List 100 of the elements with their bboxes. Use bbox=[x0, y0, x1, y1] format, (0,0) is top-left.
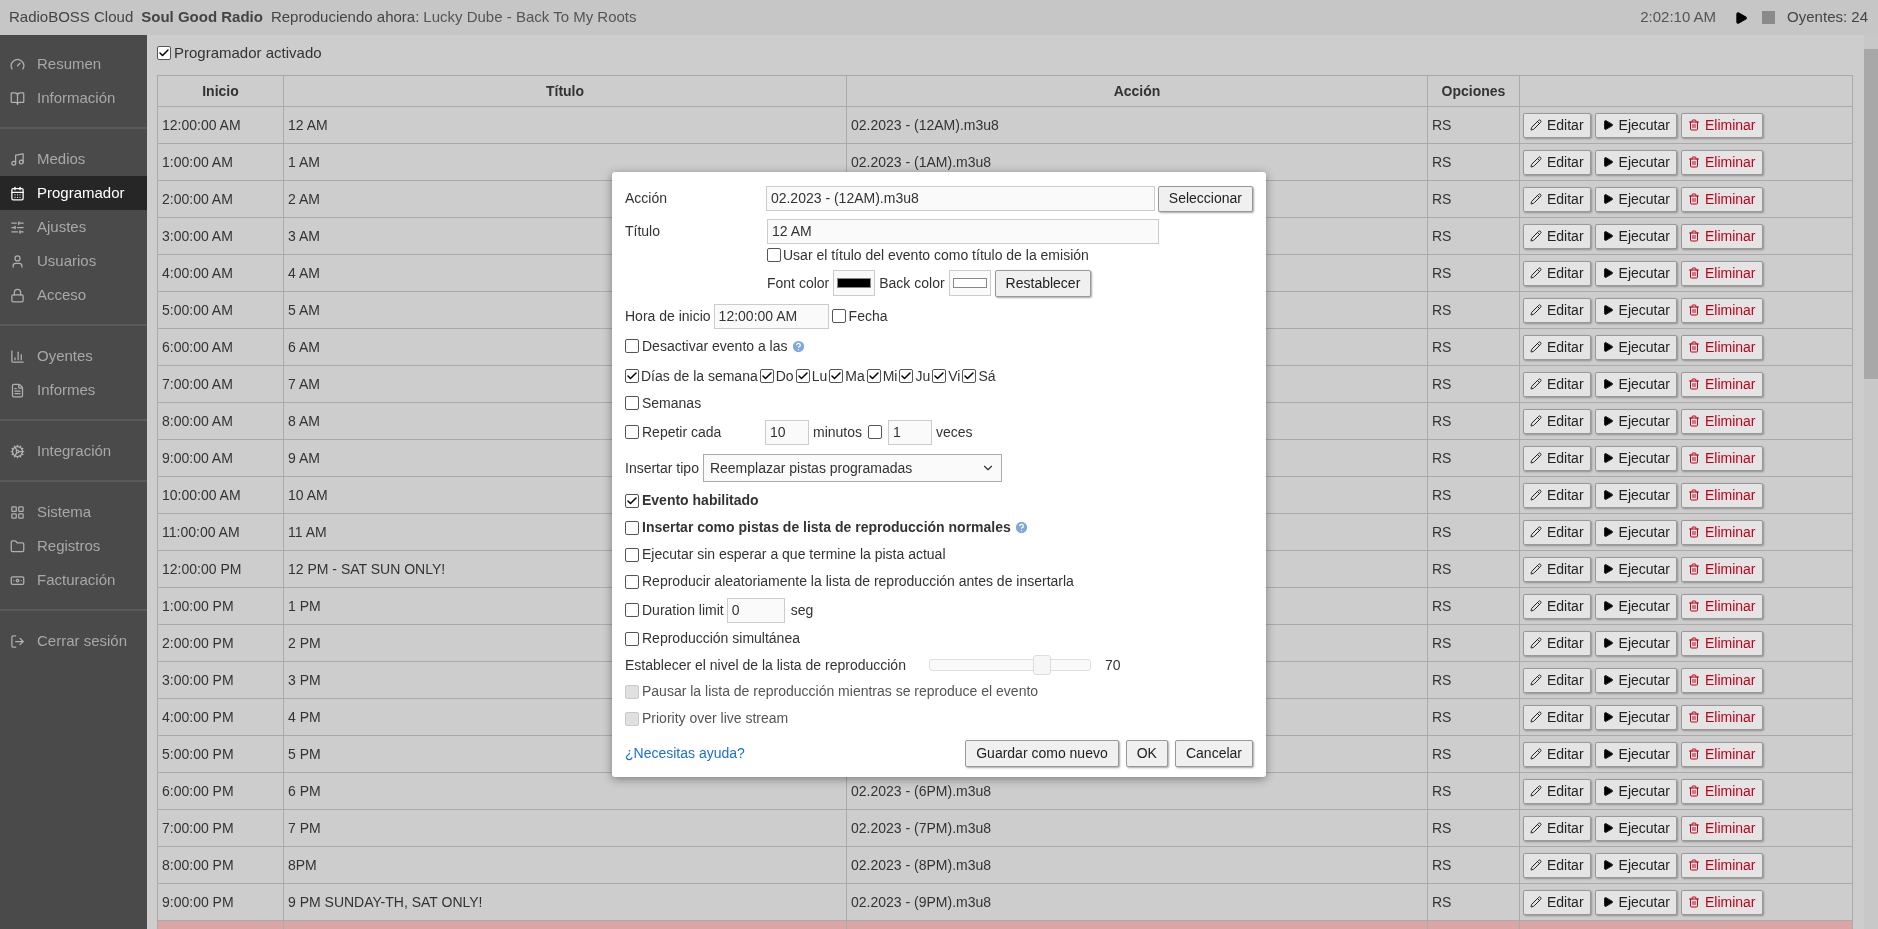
row-action-button[interactable]: Ejecutar bbox=[1594, 889, 1677, 915]
checkbox[interactable] bbox=[899, 369, 914, 383]
row-action-button[interactable]: Editar bbox=[1523, 149, 1591, 175]
sidebar-item[interactable]: Medios bbox=[0, 142, 147, 176]
row-action-button[interactable]: Editar bbox=[1523, 482, 1591, 508]
row-action-button[interactable]: Ejecutar bbox=[1594, 260, 1677, 286]
sidebar-item[interactable]: Sistema bbox=[0, 495, 147, 529]
checkbox[interactable] bbox=[625, 425, 639, 439]
help-link[interactable]: ¿Necesitas ayuda? bbox=[625, 743, 745, 764]
row-action-button[interactable]: Eliminar bbox=[1680, 667, 1763, 693]
row-action-button[interactable]: Editar bbox=[1523, 630, 1591, 656]
checkbox[interactable] bbox=[625, 547, 639, 562]
checkbox[interactable] bbox=[625, 369, 639, 383]
sidebar-item[interactable]: Facturación bbox=[0, 563, 147, 597]
row-action-button[interactable]: Ejecutar bbox=[1594, 297, 1677, 323]
sidebar-item[interactable]: Ajustes bbox=[0, 210, 147, 244]
row-action-button[interactable]: Editar bbox=[1523, 223, 1591, 249]
checkbox[interactable] bbox=[625, 396, 639, 410]
row-action-button[interactable]: Editar bbox=[1523, 519, 1591, 545]
row-action-button[interactable]: Ejecutar bbox=[1594, 593, 1677, 619]
row-action-button[interactable]: Editar bbox=[1523, 778, 1591, 804]
row-action-button[interactable]: Eliminar bbox=[1680, 408, 1763, 434]
row-action-button[interactable]: Ejecutar bbox=[1594, 149, 1677, 175]
sidebar-item[interactable]: Usuarios bbox=[0, 244, 147, 278]
row-action-button[interactable]: Editar bbox=[1523, 186, 1591, 212]
level-slider[interactable] bbox=[929, 655, 1091, 675]
row-action-button[interactable]: Eliminar bbox=[1680, 223, 1763, 249]
row-action-button[interactable]: Editar bbox=[1523, 334, 1591, 360]
row-action-button[interactable]: Eliminar bbox=[1680, 852, 1763, 878]
sidebar-item[interactable]: Integración bbox=[0, 434, 147, 468]
row-action-button[interactable]: Eliminar bbox=[1680, 186, 1763, 212]
row-action-button[interactable]: Eliminar bbox=[1680, 297, 1763, 323]
times-field[interactable]: 1 bbox=[888, 419, 933, 445]
minutes-field[interactable]: 10 bbox=[765, 419, 809, 445]
row-action-button[interactable]: Editar bbox=[1523, 556, 1591, 582]
row-action-button[interactable]: Ejecutar bbox=[1594, 815, 1677, 841]
row-action-button[interactable]: Eliminar bbox=[1680, 482, 1763, 508]
row-action-button[interactable]: Eliminar bbox=[1680, 630, 1763, 656]
row-action-button[interactable]: Ejecutar bbox=[1594, 556, 1677, 582]
row-action-button[interactable]: Ejecutar bbox=[1594, 741, 1677, 767]
row-action-button[interactable]: Ejecutar bbox=[1594, 445, 1677, 471]
row-action-button[interactable]: Editar bbox=[1523, 667, 1591, 693]
checkbox[interactable] bbox=[767, 248, 781, 262]
row-action-button[interactable]: Eliminar bbox=[1680, 778, 1763, 804]
row-action-button[interactable]: Ejecutar bbox=[1594, 852, 1677, 878]
title-field[interactable]: 12 AM bbox=[767, 219, 1159, 244]
sidebar-item[interactable]: Acceso bbox=[0, 278, 147, 312]
checkbox[interactable] bbox=[962, 369, 977, 383]
row-action-button[interactable]: Editar bbox=[1523, 445, 1591, 471]
row-action-button[interactable]: Ejecutar bbox=[1594, 408, 1677, 434]
row-action-button[interactable]: Eliminar bbox=[1680, 149, 1763, 175]
checkbox[interactable] bbox=[625, 631, 639, 646]
dialog-button[interactable]: Cancelar bbox=[1174, 740, 1253, 767]
sidebar-item[interactable]: Información bbox=[0, 81, 147, 115]
row-action-button[interactable]: Eliminar bbox=[1680, 519, 1763, 545]
sidebar-item[interactable]: Informes bbox=[0, 373, 147, 407]
checkbox[interactable] bbox=[625, 603, 639, 617]
start-time-field[interactable]: 12:00:00 AM bbox=[713, 303, 829, 329]
scrollbar-thumb[interactable] bbox=[1864, 49, 1878, 379]
row-action-button[interactable]: Editar bbox=[1523, 852, 1591, 878]
row-action-button[interactable]: Ejecutar bbox=[1594, 482, 1677, 508]
sidebar-item[interactable]: Registros bbox=[0, 529, 147, 563]
row-action-button[interactable]: Eliminar bbox=[1680, 704, 1763, 730]
checkbox[interactable] bbox=[625, 574, 639, 589]
row-action-button[interactable]: Editar bbox=[1523, 889, 1591, 915]
select-button[interactable]: Seleccionar bbox=[1157, 185, 1253, 212]
checkbox[interactable] bbox=[759, 369, 774, 383]
color-picker[interactable] bbox=[833, 270, 876, 296]
row-action-button[interactable]: Ejecutar bbox=[1594, 371, 1677, 397]
row-action-button[interactable]: Editar bbox=[1523, 741, 1591, 767]
reset-button[interactable]: Restablecer bbox=[994, 269, 1092, 297]
play-icon[interactable] bbox=[1734, 10, 1749, 25]
checkbox[interactable] bbox=[868, 425, 883, 439]
sidebar-item[interactable]: Oyentes bbox=[0, 339, 147, 373]
row-action-button[interactable]: Eliminar bbox=[1680, 334, 1763, 360]
checkbox[interactable] bbox=[795, 369, 810, 383]
row-action-button[interactable]: Eliminar bbox=[1680, 260, 1763, 286]
row-action-button[interactable]: Editar bbox=[1523, 815, 1591, 841]
row-action-button[interactable]: Editar bbox=[1523, 112, 1591, 138]
slider-thumb[interactable] bbox=[1033, 655, 1052, 675]
row-action-button[interactable]: Ejecutar bbox=[1594, 704, 1677, 730]
scrollbar[interactable] bbox=[1864, 35, 1878, 929]
row-action-button[interactable]: Editar bbox=[1523, 297, 1591, 323]
checkbox[interactable] bbox=[829, 369, 844, 383]
row-action-button[interactable]: Eliminar bbox=[1680, 445, 1763, 471]
insert-type-dropdown[interactable]: Reemplazar pistas programadas bbox=[702, 454, 1002, 482]
row-action-button[interactable]: Eliminar bbox=[1680, 815, 1763, 841]
checkbox[interactable] bbox=[831, 309, 846, 323]
sidebar-item[interactable]: Resumen bbox=[0, 47, 147, 81]
checkbox[interactable] bbox=[157, 46, 171, 60]
dialog-button[interactable]: OK bbox=[1125, 740, 1168, 767]
duration-field[interactable]: 0 bbox=[726, 597, 785, 623]
row-action-button[interactable]: Ejecutar bbox=[1594, 630, 1677, 656]
row-action-button[interactable]: Ejecutar bbox=[1594, 112, 1677, 138]
row-action-button[interactable]: Eliminar bbox=[1680, 556, 1763, 582]
row-action-button[interactable]: Ejecutar bbox=[1594, 334, 1677, 360]
row-action-button[interactable]: Editar bbox=[1523, 593, 1591, 619]
row-action-button[interactable]: Ejecutar bbox=[1594, 186, 1677, 212]
row-action-button[interactable]: Editar bbox=[1523, 408, 1591, 434]
row-action-button[interactable]: Eliminar bbox=[1680, 593, 1763, 619]
